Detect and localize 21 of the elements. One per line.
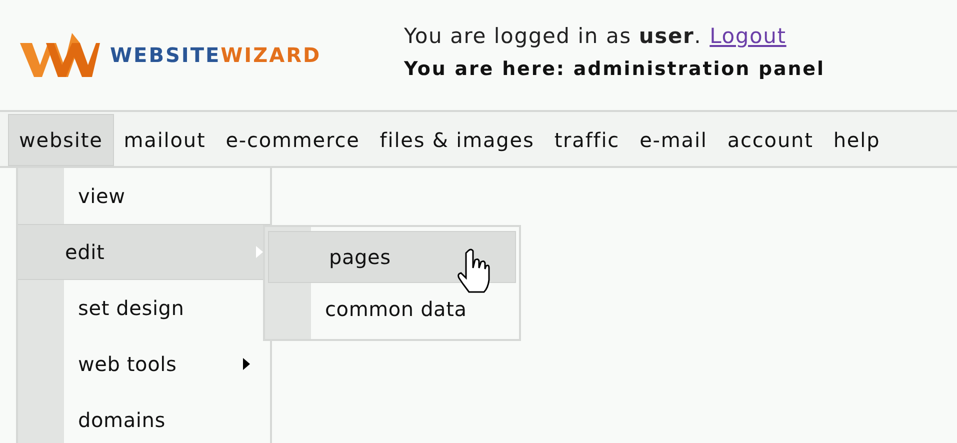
- menu-tab[interactable]: e-mail: [630, 114, 718, 166]
- menu-tab[interactable]: e-commerce: [216, 114, 370, 166]
- menu-item[interactable]: edit: [18, 224, 270, 280]
- menu-tab[interactable]: help: [823, 114, 890, 166]
- logo-icon: [20, 31, 100, 79]
- menu-tab[interactable]: traffic: [544, 114, 630, 166]
- submenu-arrow-icon: [243, 358, 250, 370]
- menu-tab[interactable]: account: [717, 114, 824, 166]
- menu-tab[interactable]: website: [8, 114, 114, 166]
- logo-word: WEBSITE: [110, 43, 221, 67]
- menu-item[interactable]: view: [18, 168, 270, 224]
- logout-link[interactable]: Logout: [710, 24, 786, 48]
- menu-tab[interactable]: files & images: [370, 114, 544, 166]
- menu-item[interactable]: domains: [18, 392, 270, 443]
- menu-tab[interactable]: mailout: [114, 114, 216, 166]
- menu-item[interactable]: web tools: [18, 336, 270, 392]
- hand-cursor-icon: [457, 248, 491, 294]
- breadcrumb: You are here: administration panel: [404, 58, 825, 80]
- login-status: You are logged in as user.: [404, 24, 702, 48]
- menu-item[interactable]: common data: [265, 283, 519, 335]
- logo-word: WIZARD: [220, 43, 322, 67]
